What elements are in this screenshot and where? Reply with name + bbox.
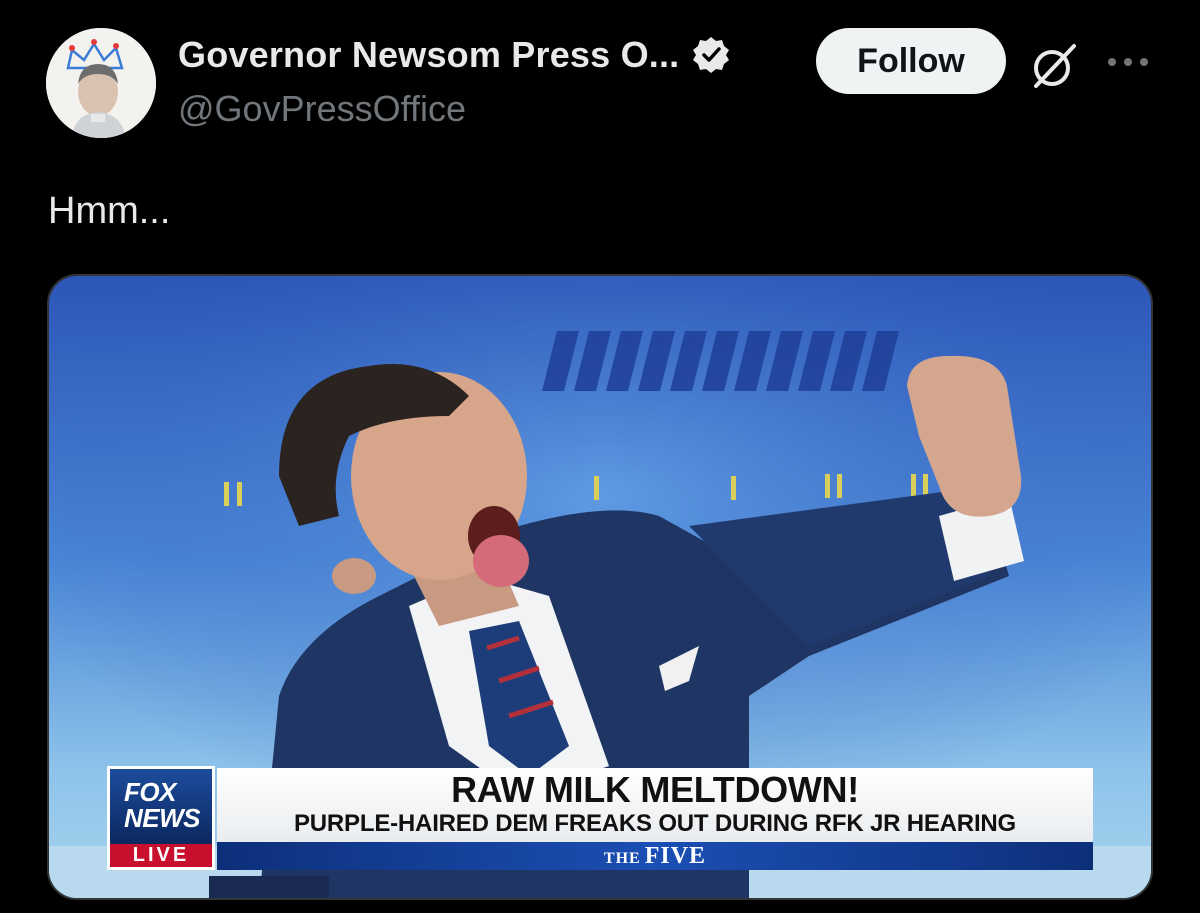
author-display-name[interactable]: Governor Newsom Press O... bbox=[178, 34, 679, 76]
show-title-prefix: THE bbox=[603, 850, 641, 867]
post-media-image[interactable]: FOX NEWS LIVE RAW MILK MELTDOWN! PURPLE-… bbox=[47, 274, 1153, 900]
show-title-name: FIVE bbox=[644, 843, 707, 869]
fox-news-logo-text: FOX NEWS bbox=[110, 769, 212, 844]
avatar-image bbox=[46, 28, 156, 138]
chyron: RAW MILK MELTDOWN! PURPLE-HAIRED DEM FRE… bbox=[217, 768, 1093, 842]
live-badge: LIVE bbox=[110, 844, 212, 867]
more-options-icon[interactable] bbox=[1104, 52, 1152, 72]
follow-button[interactable]: Follow bbox=[816, 28, 1006, 94]
chyron-subhead: PURPLE-HAIRED DEM FREAKS OUT DURING RFK … bbox=[293, 810, 1017, 837]
author-name-row: Governor Newsom Press O... bbox=[178, 34, 731, 76]
chyron-headline: RAW MILK MELTDOWN! bbox=[451, 769, 859, 810]
post-text: Hmm... bbox=[48, 190, 171, 232]
fox-news-logo: FOX NEWS LIVE bbox=[107, 766, 215, 870]
show-title-bar: THE FIVE bbox=[217, 842, 1093, 870]
avatar[interactable] bbox=[46, 28, 156, 138]
author-handle[interactable]: @GovPressOffice bbox=[178, 88, 466, 130]
post: Governor Newsom Press O... @GovPressOffi… bbox=[0, 0, 1200, 913]
grok-icon[interactable] bbox=[1028, 40, 1080, 92]
verified-badge-icon bbox=[693, 37, 730, 73]
